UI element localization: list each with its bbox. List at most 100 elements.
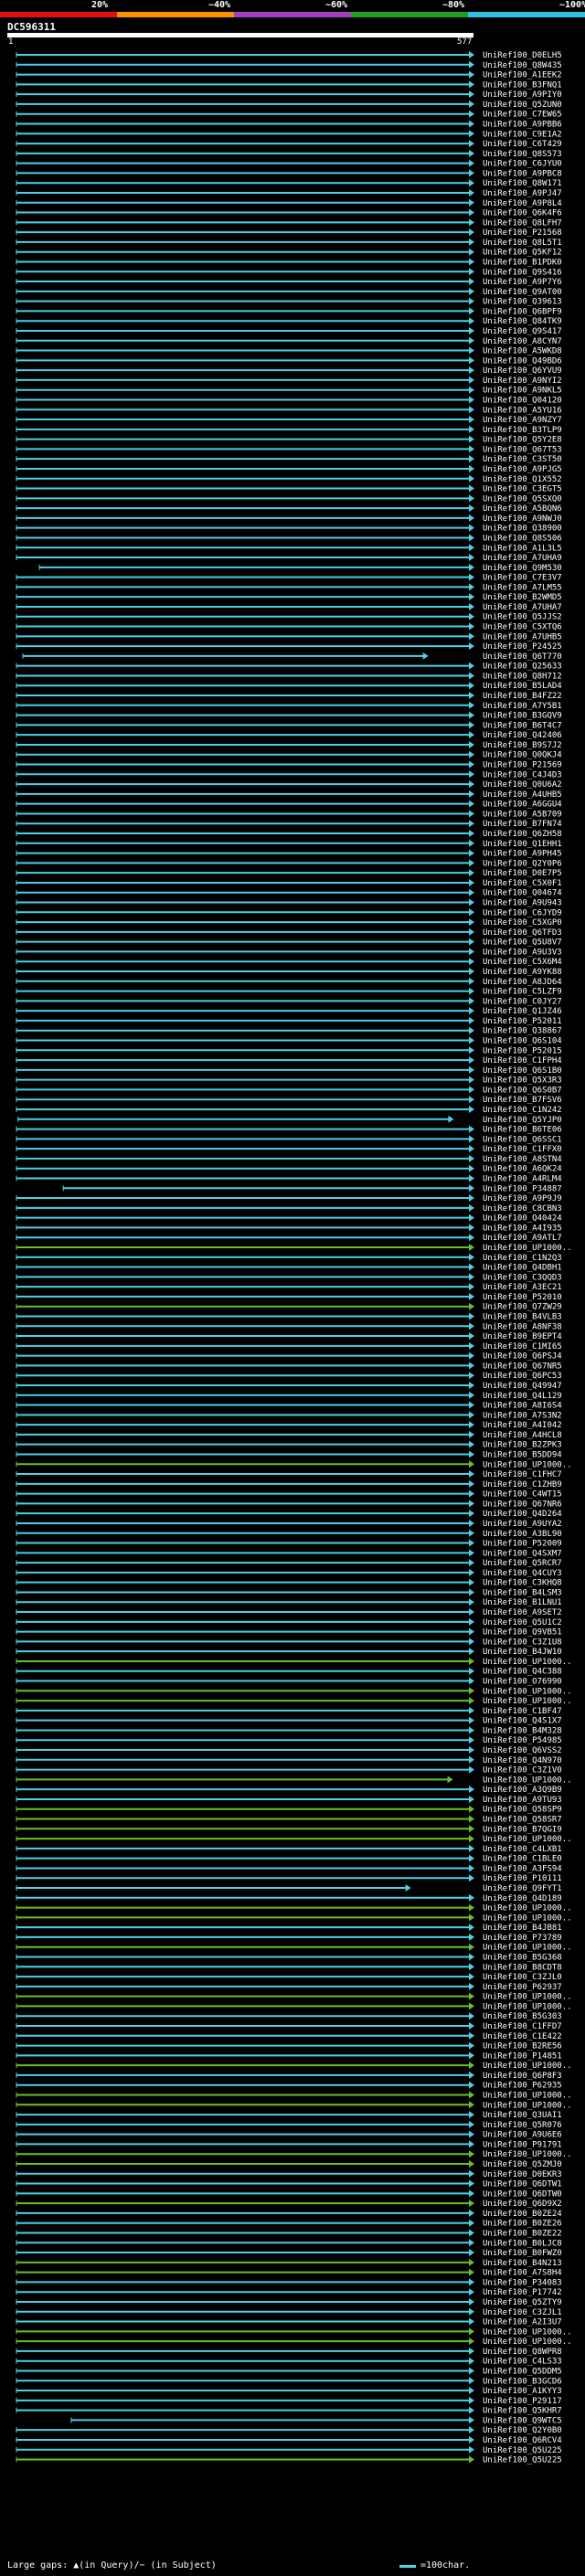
hit-row[interactable]: UniRef100_C1E422: [16, 2031, 562, 2041]
hit-row[interactable]: UniRef100_Q8S573: [16, 149, 562, 159]
hit-row[interactable]: UniRef100_UP1000..: [16, 1943, 572, 1953]
hit-row[interactable]: UniRef100_Q9S417: [16, 326, 562, 336]
hit-label[interactable]: UniRef100_Q0U6A2: [483, 780, 562, 790]
hit-row[interactable]: UniRef100_C1ZHB9: [16, 1479, 562, 1489]
hit-label[interactable]: UniRef100_C3EGT5: [483, 485, 562, 494]
hit-row[interactable]: UniRef100_B2RE56: [16, 2041, 562, 2051]
hit-row[interactable]: UniRef100_Q5DDM5: [16, 2367, 562, 2376]
hit-row[interactable]: UniRef100_Q04674: [16, 888, 562, 898]
hit-row[interactable]: UniRef100_Q5U225: [16, 2445, 562, 2455]
hit-row[interactable]: UniRef100_A9NZY7: [16, 416, 562, 425]
hit-label[interactable]: UniRef100_Q1JZ46: [483, 1007, 562, 1016]
hit-label[interactable]: UniRef100_A4HCL8: [483, 1431, 562, 1440]
hit-row[interactable]: UniRef100_Q6DTW1: [16, 2179, 562, 2189]
hit-label[interactable]: UniRef100_UP1000..: [483, 1697, 572, 1706]
hit-label[interactable]: UniRef100_P54985: [483, 1736, 562, 1745]
hit-label[interactable]: UniRef100_O76990: [483, 1678, 562, 1687]
hit-row[interactable]: UniRef100_C5XTQ6: [16, 622, 562, 632]
hit-row[interactable]: UniRef100_A9PIY0: [16, 90, 562, 100]
hit-label[interactable]: UniRef100_Q8S506: [483, 534, 562, 543]
hit-label[interactable]: UniRef100_Q6PC53: [483, 1372, 562, 1381]
hit-row[interactable]: UniRef100_B0ZE22: [16, 2229, 562, 2238]
hit-row[interactable]: UniRef100_B3GQV9: [16, 711, 562, 721]
hit-row[interactable]: UniRef100_Q6K4F6: [16, 208, 562, 218]
hit-label[interactable]: UniRef100_Q67NR6: [483, 1500, 562, 1509]
hit-label[interactable]: UniRef100_A9PBC8: [483, 169, 562, 178]
hit-label[interactable]: UniRef100_A2I3U7: [483, 2318, 562, 2327]
hit-label[interactable]: UniRef100_Q6PSJ4: [483, 1352, 562, 1362]
hit-row[interactable]: UniRef100_Q5U1C2: [16, 1617, 562, 1627]
hit-row[interactable]: UniRef100_A9PBB6: [16, 120, 562, 129]
hit-label[interactable]: UniRef100_UP1000..: [483, 1244, 572, 1253]
hit-row[interactable]: UniRef100_A9NWJ0: [16, 514, 562, 524]
hit-row[interactable]: UniRef100_C8CBN3: [16, 1203, 562, 1214]
hit-label[interactable]: UniRef100_B4LSM3: [483, 1588, 562, 1597]
hit-row[interactable]: UniRef100_D0EKR3: [16, 2169, 562, 2179]
hit-label[interactable]: UniRef100_B7QGI9: [483, 1825, 562, 1834]
hit-label[interactable]: UniRef100_C7E3V7: [483, 574, 562, 583]
hit-row[interactable]: UniRef100_UP1000..: [16, 2327, 572, 2337]
hit-label[interactable]: UniRef100_Q04120: [483, 396, 562, 405]
hit-row[interactable]: UniRef100_A9P7Y6: [16, 278, 562, 287]
hit-row[interactable]: UniRef100_C5X6M4: [16, 958, 562, 967]
hit-label[interactable]: UniRef100_Q5U225: [483, 2446, 562, 2455]
hit-row[interactable]: UniRef100_A9SET2: [16, 1608, 562, 1617]
hit-label[interactable]: UniRef100_UP1000..: [483, 2091, 572, 2100]
hit-row[interactable]: UniRef100_Q67T53: [16, 445, 562, 454]
hit-row[interactable]: UniRef100_P52009: [16, 1539, 562, 1549]
hit-label[interactable]: UniRef100_P21568: [483, 228, 562, 238]
hit-label[interactable]: UniRef100_B2WMD5: [483, 593, 562, 602]
hit-row[interactable]: UniRef100_A5BQN6: [16, 504, 562, 514]
hit-row[interactable]: UniRef100_B9S7J2: [16, 740, 562, 750]
hit-label[interactable]: UniRef100_Q8H712: [483, 672, 562, 681]
hit-row[interactable]: UniRef100_C1N242: [16, 1105, 562, 1115]
hit-row[interactable]: UniRef100_P52011: [16, 1016, 562, 1026]
hit-row[interactable]: UniRef100_Q6SSC1: [16, 1135, 562, 1144]
hit-label[interactable]: UniRef100_Q5U1C2: [483, 1618, 562, 1627]
hit-row[interactable]: UniRef100_C6JYD9: [16, 908, 562, 917]
hit-label[interactable]: UniRef100_A9SET2: [483, 1608, 562, 1617]
hit-label[interactable]: UniRef100_C7EW65: [483, 111, 562, 120]
hit-label[interactable]: UniRef100_C3ZJL0: [483, 1973, 562, 1982]
hit-label[interactable]: UniRef100_A4RLM4: [483, 1174, 562, 1183]
hit-row[interactable]: UniRef100_Q5ZUN0: [16, 100, 562, 110]
hit-label[interactable]: UniRef100_A3BL90: [483, 1530, 562, 1539]
hit-label[interactable]: UniRef100_Q1EHH1: [483, 840, 562, 849]
hit-label[interactable]: UniRef100_C1BF47: [483, 1707, 562, 1716]
hit-label[interactable]: UniRef100_C3KHQ8: [483, 1579, 562, 1588]
hit-row[interactable]: UniRef100_UP1000..: [16, 2150, 572, 2159]
hit-label[interactable]: UniRef100_UP1000..: [483, 1993, 572, 2002]
hit-row[interactable]: UniRef100_C1FFX0: [16, 1145, 562, 1154]
hit-row[interactable]: UniRef100_Q5RCR7: [16, 1559, 562, 1568]
hit-label[interactable]: UniRef100_B6T4C7: [483, 721, 562, 730]
hit-row[interactable]: UniRef100_A7S3N2: [16, 1411, 562, 1420]
hit-label[interactable]: UniRef100_C1E422: [483, 2032, 562, 2041]
hit-label[interactable]: UniRef100_C1FHC7: [483, 1470, 562, 1479]
hit-row[interactable]: UniRef100_Q6S1B0: [16, 1065, 562, 1076]
hit-label[interactable]: UniRef100_UP1000..: [483, 1913, 572, 1923]
hit-label[interactable]: UniRef100_A9P8L4: [483, 199, 562, 208]
hit-row[interactable]: UniRef100_P21568: [16, 228, 562, 238]
hit-row[interactable]: UniRef100_Q6PC53: [16, 1372, 562, 1381]
hit-row[interactable]: UniRef100_Q5JJS2: [16, 612, 562, 622]
hit-label[interactable]: UniRef100_Q6D9X2: [483, 2200, 562, 2209]
hit-label[interactable]: UniRef100_A9PH45: [483, 850, 562, 859]
hit-row[interactable]: UniRef100_A1L3L5: [16, 544, 562, 553]
hit-row[interactable]: UniRef100_Q8H712: [16, 672, 562, 681]
hit-label[interactable]: UniRef100_B4M328: [483, 1726, 562, 1735]
hit-row[interactable]: UniRef100_A8I6S4: [16, 1401, 562, 1411]
hit-row[interactable]: UniRef100_Q67NR5: [16, 1362, 562, 1371]
hit-label[interactable]: UniRef100_P21569: [483, 761, 562, 770]
hit-label[interactable]: UniRef100_Q38900: [483, 525, 562, 534]
hit-row[interactable]: UniRef100_P14851: [16, 2051, 562, 2061]
hit-label[interactable]: UniRef100_Q1X552: [483, 475, 562, 484]
hit-row[interactable]: UniRef100_Q58SP9: [16, 1805, 562, 1815]
hit-row[interactable]: UniRef100_C7EW65: [16, 110, 562, 120]
hit-row[interactable]: UniRef100_A6QK24: [16, 1164, 562, 1174]
hit-row[interactable]: UniRef100_A7UHA7: [16, 602, 562, 612]
hit-row[interactable]: UniRef100_Q9AT00: [16, 287, 562, 297]
hit-label[interactable]: UniRef100_C9E1A2: [483, 130, 562, 139]
hit-row[interactable]: UniRef100_C3ZJL0: [16, 1973, 562, 1982]
hit-row[interactable]: UniRef100_Q38900: [16, 524, 562, 534]
hit-label[interactable]: UniRef100_Q5SXQ0: [483, 494, 562, 504]
